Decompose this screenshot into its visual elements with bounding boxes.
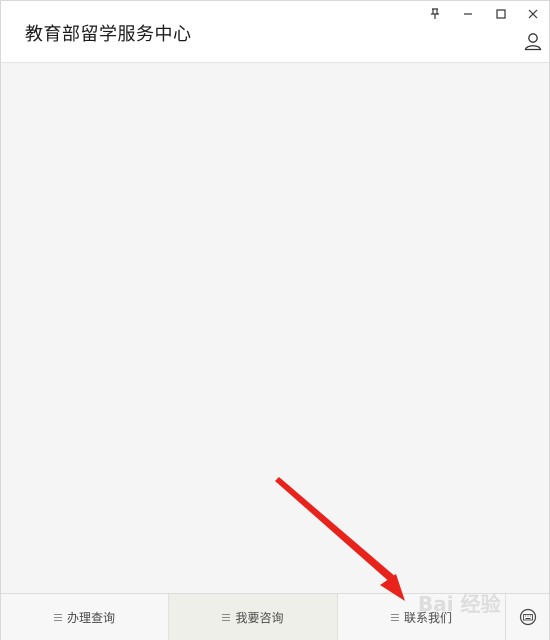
menu-tab-query[interactable]: 办理查询 xyxy=(1,594,169,640)
bottom-menu-bar: 办理查询 我要咨询 联系我们 xyxy=(1,593,549,640)
menu-icon xyxy=(390,613,399,621)
maximize-icon xyxy=(496,9,506,19)
user-button[interactable] xyxy=(521,29,545,53)
content-area xyxy=(1,63,549,593)
keyboard-icon xyxy=(519,608,536,626)
minimize-button[interactable] xyxy=(454,3,482,25)
menu-tab-label: 联系我们 xyxy=(403,610,452,625)
keyboard-button[interactable] xyxy=(506,594,549,640)
close-icon xyxy=(528,9,538,19)
pin-button[interactable] xyxy=(421,3,449,25)
app-window: 教育部留学服务中心 办理查询 我要咨询 联系我们 xyxy=(0,0,550,640)
maximize-button[interactable] xyxy=(487,3,515,25)
menu-tab-consult[interactable]: 我要咨询 xyxy=(169,594,338,640)
menu-tab-contact[interactable]: 联系我们 xyxy=(338,594,506,640)
title-bar: 教育部留学服务中心 xyxy=(1,1,549,63)
pin-icon xyxy=(431,8,439,19)
user-icon xyxy=(524,33,542,51)
menu-icon xyxy=(222,613,231,621)
menu-tab-label: 办理查询 xyxy=(66,610,115,625)
app-title: 教育部留学服务中心 xyxy=(25,24,192,45)
menu-icon xyxy=(53,613,62,621)
minimize-icon xyxy=(464,13,472,15)
close-button[interactable] xyxy=(519,3,547,25)
menu-tab-label: 我要咨询 xyxy=(235,610,284,625)
